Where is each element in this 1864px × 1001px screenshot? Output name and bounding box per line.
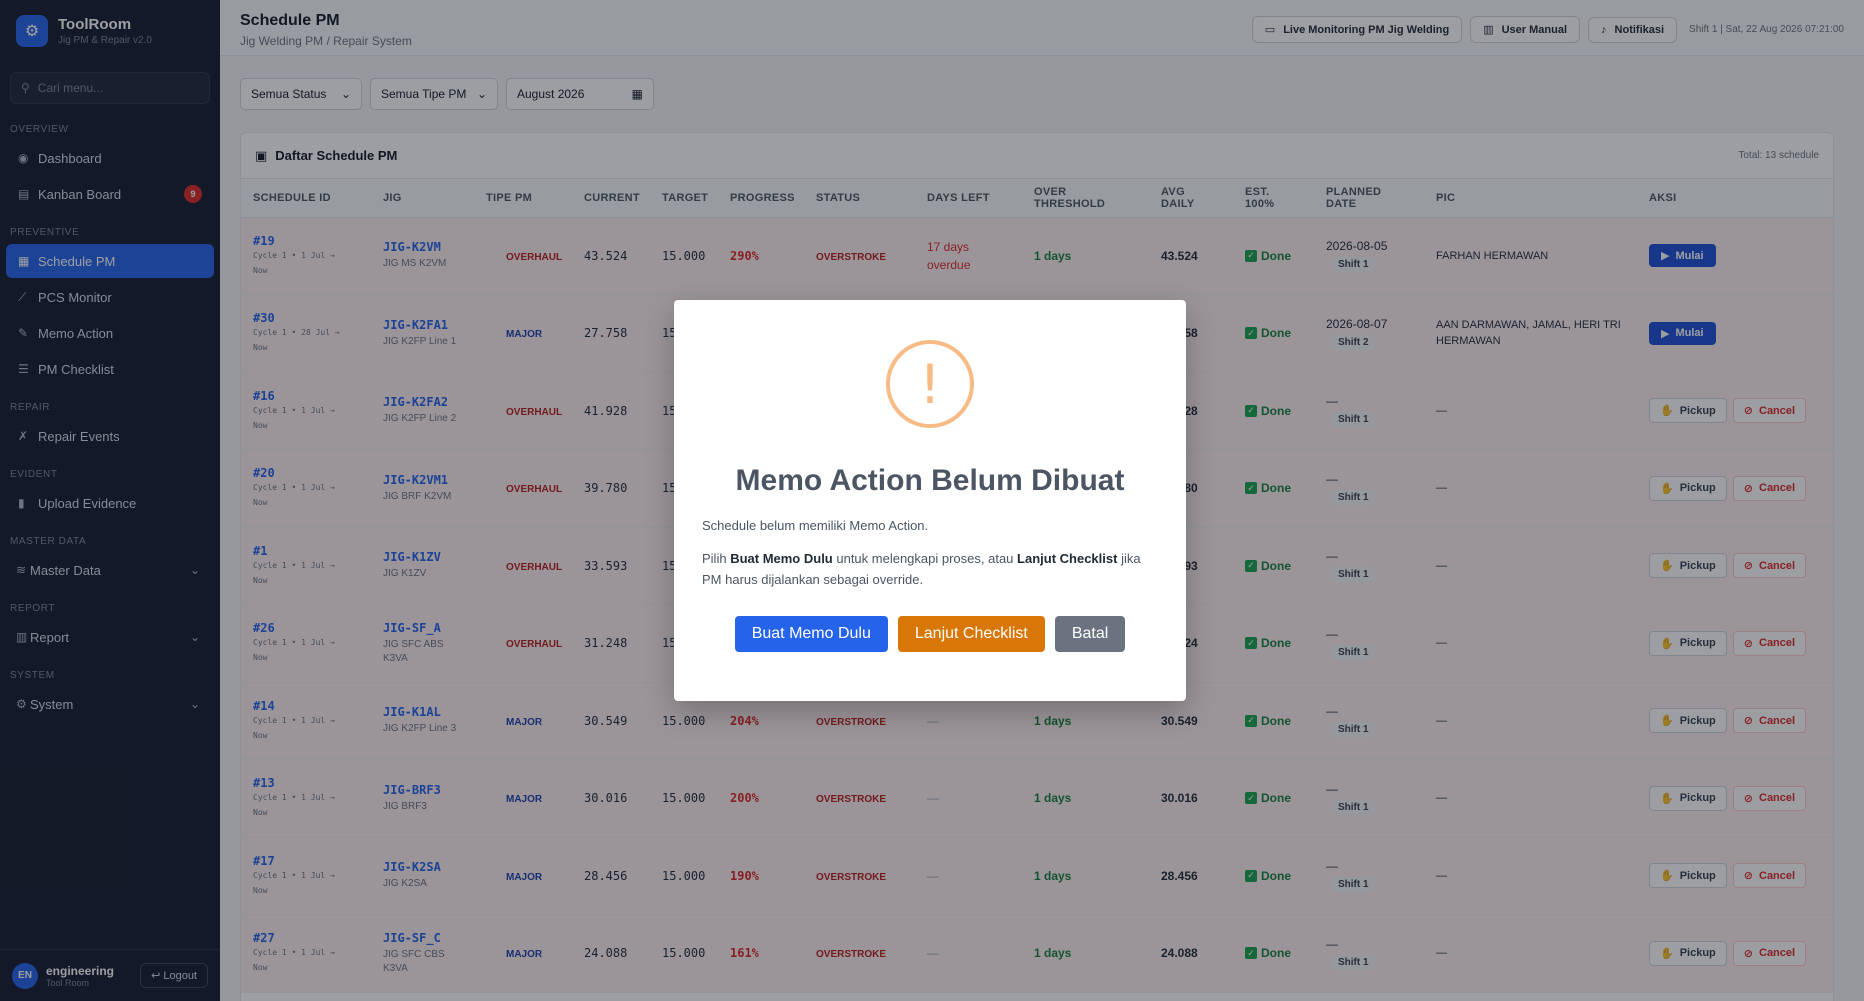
dialog-line-2-mid: untuk melengkapi proses, atau xyxy=(832,550,1018,566)
dialog-line-2-pre: Pilih xyxy=(702,550,731,566)
dialog-line-2: Pilih Buat Memo Dulu untuk melengkapi pr… xyxy=(702,549,1158,591)
warning-icon: ! xyxy=(886,340,974,428)
dialog-line-2-b1: Buat Memo Dulu xyxy=(730,550,833,566)
dialog-buttons: Buat Memo Dulu Lanjut Checklist Batal xyxy=(702,616,1158,653)
buat-memo-button[interactable]: Buat Memo Dulu xyxy=(734,616,888,653)
dialog-line-1: Schedule belum memiliki Memo Action. xyxy=(702,518,929,533)
lanjut-checklist-button[interactable]: Lanjut Checklist xyxy=(897,616,1045,653)
batal-button[interactable]: Batal xyxy=(1054,616,1126,653)
dialog-line-2-b2: Lanjut Checklist xyxy=(1017,550,1118,566)
memo-action-dialog: ! Memo Action Belum Dibuat Schedule belu… xyxy=(674,300,1186,701)
dialog-title: Memo Action Belum Dibuat xyxy=(735,464,1125,497)
dialog-message: Schedule belum memiliki Memo Action. Pil… xyxy=(702,516,1158,590)
